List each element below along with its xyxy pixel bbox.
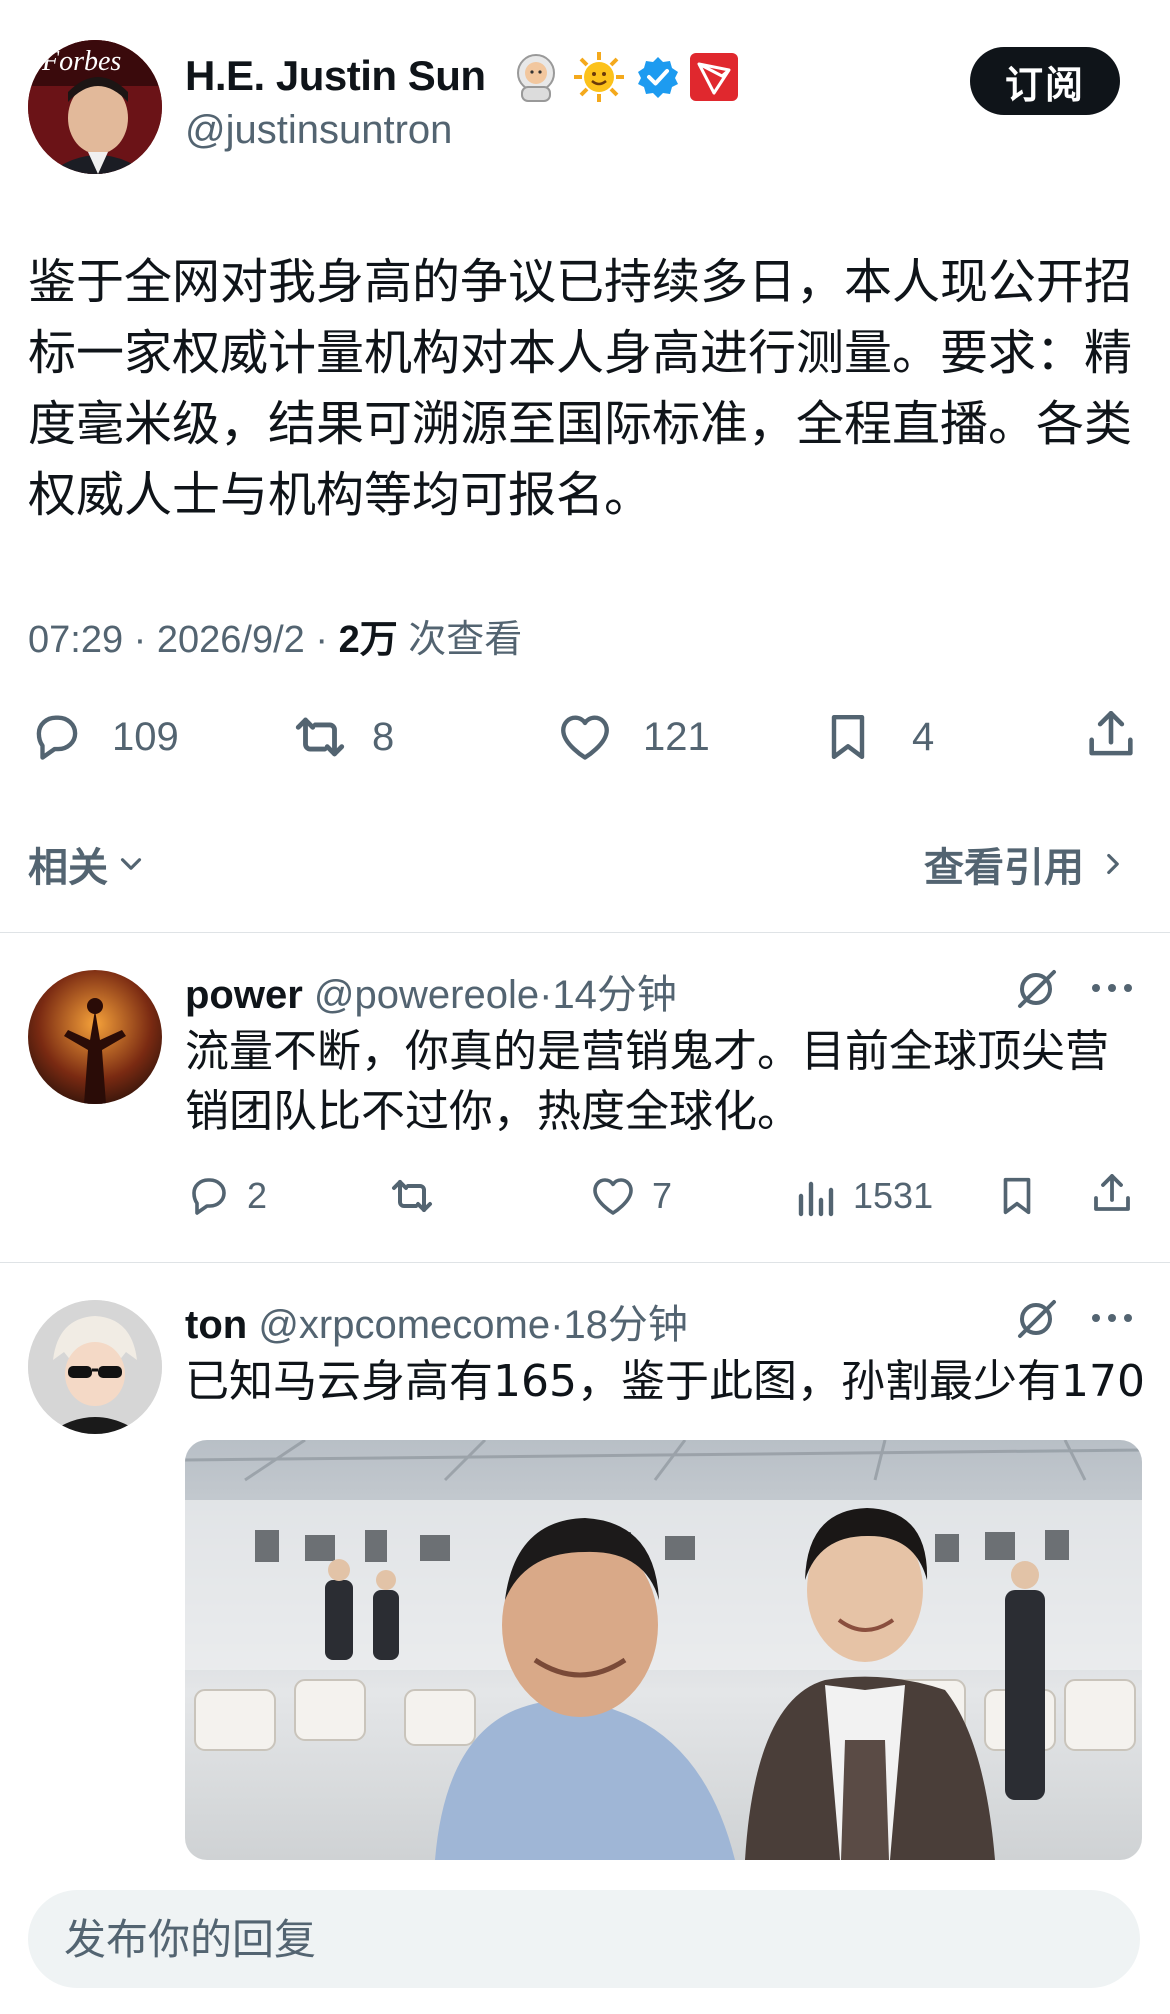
reply-text: 已知马云身高有165，鉴于此图，孙割最少有170 (185, 1356, 1145, 1407)
astronaut-icon (517, 54, 555, 102)
tweet-meta: 07:29 · 2026/9/2 · 2万 次查看 (28, 608, 522, 663)
retweet-action[interactable]: 8 (288, 708, 394, 766)
retweet-count: 8 (372, 714, 395, 759)
chevron-right-icon (1107, 853, 1119, 875)
view-quotes-link[interactable]: 查看引用 (924, 835, 1130, 893)
reply-text: 流量不断，你真的是营销鬼才。目前全球顶尖营销团队比不过你，热度全球化。 (185, 1026, 1109, 1137)
tweet-date[interactable]: 2026/9/2 (157, 619, 305, 661)
reply-views-action[interactable]: 1531 (795, 1172, 933, 1220)
related-toggle[interactable]: 相关 (28, 835, 148, 893)
reply-reply-count: 2 (247, 1175, 268, 1216)
reply-count: 109 (112, 714, 179, 759)
heart-icon (561, 715, 609, 760)
reply-header: power @powereole·14分钟 (185, 962, 677, 1020)
section-divider (0, 1262, 1170, 1263)
like-action[interactable]: 121 (555, 708, 710, 766)
meta-separator: · (539, 973, 553, 1017)
grok-icon[interactable] (1012, 1294, 1060, 1342)
chevron-down-icon (120, 858, 142, 870)
meta-separator: · (123, 619, 157, 661)
more-options-icon[interactable] (1088, 978, 1136, 998)
reply-icon (192, 1178, 226, 1215)
reply-share-action[interactable] (1088, 1170, 1136, 1218)
analytics-icon (798, 1181, 834, 1217)
tron-logo-icon[interactable] (690, 53, 738, 101)
author-name-text: H.E. Justin Sun (185, 52, 486, 99)
share-action[interactable] (1082, 706, 1140, 764)
view-quotes-label: 查看引用 (924, 846, 1084, 890)
subscribe-button[interactable]: 订阅 (970, 47, 1120, 115)
reply-reply-action[interactable]: 2 (185, 1172, 267, 1220)
author-handle[interactable]: @justinsuntron (185, 108, 452, 153)
reply-time[interactable]: 18分钟 (563, 1303, 688, 1347)
reply-author-name[interactable]: ton (185, 1303, 247, 1347)
reply-bookmark-action[interactable] (994, 1172, 1040, 1220)
bookmark-icon (831, 714, 865, 760)
reply-avatar[interactable] (28, 1300, 162, 1434)
view-count-label: 次查看 (408, 619, 523, 661)
bookmark-count: 4 (912, 714, 935, 759)
reply-author-handle[interactable]: @xrpcomecome (258, 1303, 550, 1347)
retweet-icon (295, 717, 345, 757)
avatar-logo: Forbes (42, 46, 122, 77)
author-badges (510, 50, 738, 104)
reply-header: ton @xrpcomecome·18分钟 (185, 1292, 688, 1350)
share-icon (1094, 1174, 1130, 1211)
reply-action[interactable]: 109 (28, 708, 179, 766)
bookmark-action[interactable]: 4 (820, 708, 934, 766)
author-avatar[interactable]: Forbes (28, 40, 162, 174)
like-count: 121 (643, 714, 710, 759)
retweet-icon (392, 1180, 432, 1212)
reply-like-action[interactable]: 7 (588, 1172, 672, 1220)
meta-separator: · (550, 1303, 564, 1347)
reply-icon (36, 715, 78, 760)
heart-icon (593, 1178, 633, 1215)
grok-icon[interactable] (1012, 964, 1060, 1012)
sun-face-icon (574, 52, 624, 102)
tweet-time[interactable]: 07:29 (28, 619, 123, 661)
bookmark-icon (1003, 1177, 1031, 1215)
reply-avatar[interactable] (28, 970, 162, 1104)
view-count: 2万 (338, 619, 398, 661)
share-icon (1089, 710, 1133, 756)
verified-badge-icon[interactable] (636, 55, 680, 99)
more-options-icon[interactable] (1088, 1308, 1136, 1328)
reply-view-count: 1531 (853, 1175, 934, 1216)
author-name[interactable]: H.E. Justin Sun (185, 52, 486, 100)
reply-retweet-action[interactable] (385, 1172, 439, 1220)
reply-time[interactable]: 14分钟 (552, 973, 677, 1017)
meta-separator: · (304, 619, 339, 661)
section-divider (0, 932, 1170, 933)
reply-author-handle[interactable]: @powereole (314, 973, 539, 1017)
reply-attached-photo[interactable] (185, 1440, 1142, 1860)
reply-author-name[interactable]: power (185, 973, 303, 1017)
tweet-text: 鉴于全网对我身高的争议已持续多日，本人现公开招标一家权威计量机构对本人身高进行测… (28, 254, 1133, 523)
reply-input[interactable] (28, 1890, 1140, 1988)
reply-like-count: 7 (652, 1175, 673, 1216)
related-label: 相关 (28, 846, 108, 890)
